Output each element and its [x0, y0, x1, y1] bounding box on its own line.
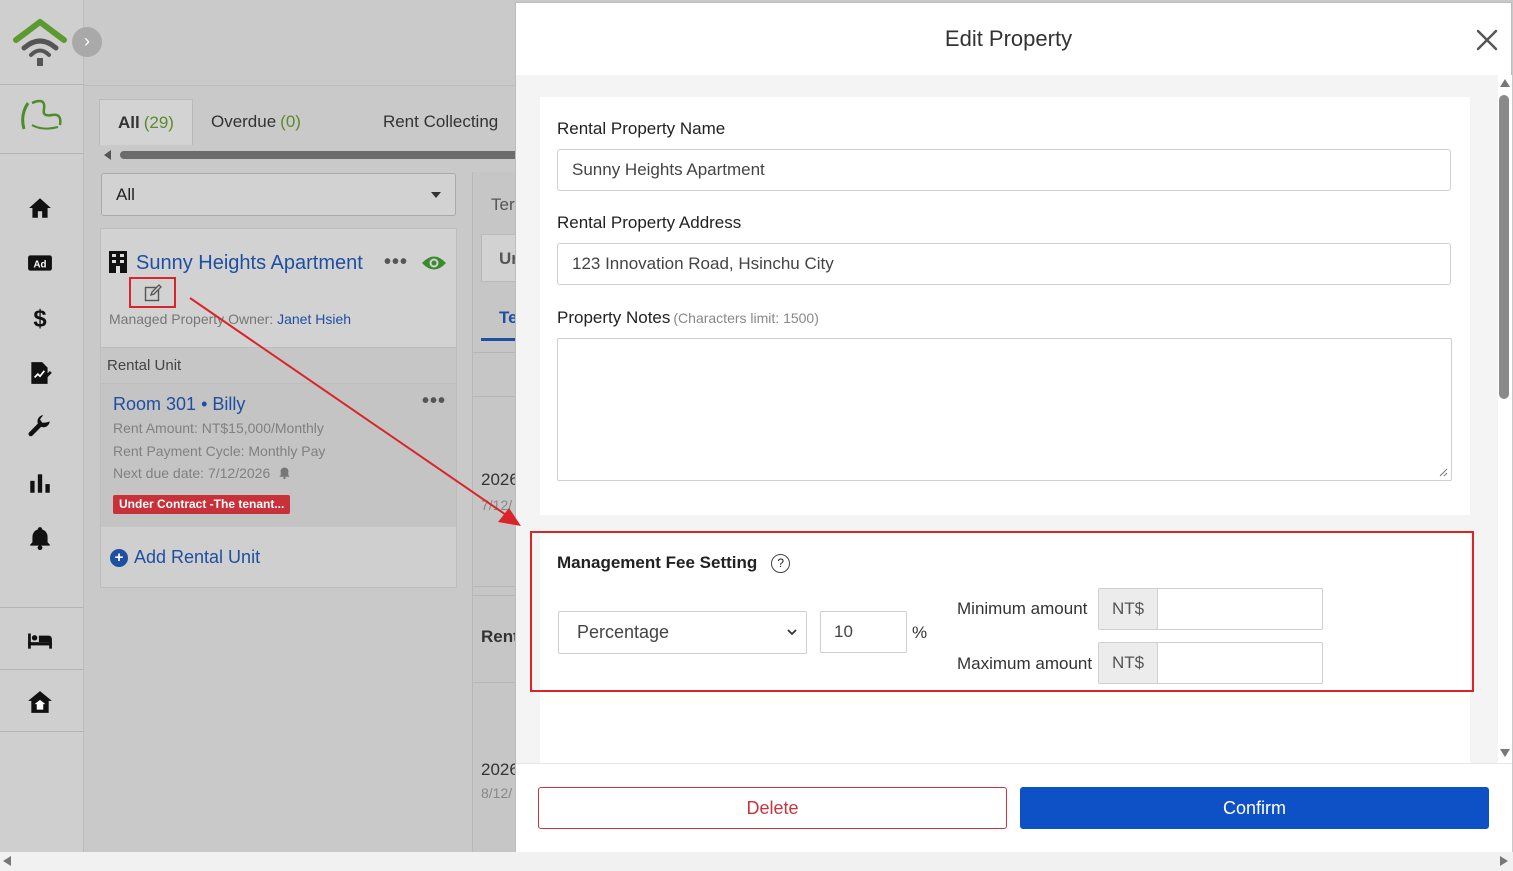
rental-unit-header: Rental Unit [101, 347, 456, 384]
modal-title: Edit Property [944, 26, 1073, 51]
scroll-up-icon[interactable] [1500, 79, 1510, 87]
property-name-label: Rental Property Name [557, 119, 726, 138]
bed-icon [28, 633, 52, 649]
nav-finance[interactable]: $ [24, 302, 56, 334]
unit-rent-amount: Rent Amount: NT$15,000/Monthly [113, 420, 324, 436]
building-icon [109, 251, 127, 273]
nav-rooms[interactable] [24, 624, 56, 656]
close-icon[interactable] [1474, 27, 1500, 53]
bell-icon [279, 467, 290, 480]
unit-payment-cycle: Rent Payment Cycle: Monthly Pay [113, 443, 326, 459]
edit-property-button[interactable] [129, 277, 176, 308]
wrench-icon [28, 415, 50, 437]
resize-handle-icon[interactable] [1439, 468, 1448, 477]
nav-reports[interactable] [24, 467, 56, 499]
nav-notifications[interactable] [24, 522, 56, 554]
tab-overdue[interactable]: Overdue (0) [193, 99, 319, 145]
add-rental-unit-button[interactable]: + Add Rental Unit [110, 547, 260, 568]
edit-icon [144, 283, 162, 301]
tab-all[interactable]: All (29) [99, 99, 193, 145]
unit-title[interactable]: Room 301 • Billy [113, 394, 245, 415]
home-icon [29, 198, 51, 218]
property-filter-select[interactable]: All [101, 173, 456, 216]
house-icon [28, 691, 52, 713]
unit-more-icon[interactable]: ••• [422, 390, 446, 413]
scroll-right-icon[interactable] [1500, 856, 1508, 866]
property-address-label: Rental Property Address [557, 213, 742, 232]
modal-body: Rental Property Name Sunny Heights Apart… [516, 75, 1498, 763]
scroll-left-icon[interactable] [3, 856, 11, 866]
tabs-scrollbar[interactable] [104, 150, 520, 160]
nav-home[interactable] [24, 192, 56, 224]
tab-rent-collecting[interactable]: Rent Collecting [319, 99, 516, 145]
unit-next-due: Next due date: 7/12/2026 [113, 465, 291, 481]
caret-down-icon [431, 192, 441, 198]
middle-column: Ter Ur Te 2026 7/12/ Rent 2026 8/12/ [472, 172, 516, 852]
bar-chart-icon [30, 474, 50, 493]
property-name-input[interactable]: Sunny Heights Apartment [557, 149, 1451, 191]
confirm-button[interactable]: Confirm [1020, 787, 1489, 829]
delete-button[interactable]: Delete [538, 787, 1007, 829]
brand-logo-icon [21, 99, 62, 130]
top-bar [84, 0, 516, 86]
property-notes-textarea[interactable] [557, 338, 1452, 481]
property-card: Sunny Heights Apartment ••• Managed Prop… [100, 228, 457, 588]
expand-sidebar-button[interactable]: › [72, 27, 102, 57]
dollar-icon: $ [33, 306, 46, 331]
modal-footer: Delete Confirm [516, 763, 1512, 852]
nav-properties[interactable] [24, 686, 56, 718]
property-address-input[interactable]: 123 Innovation Road, Hsinchu City [557, 243, 1451, 285]
property-owner: Managed Property Owner: Janet Hsieh [109, 311, 352, 327]
edit-property-modal: Edit Property Rental Property Name Sunny… [515, 2, 1512, 852]
chevron-right-icon: › [84, 31, 90, 51]
svg-text:$: $ [33, 306, 46, 331]
bell-icon [30, 527, 50, 551]
status-tabs: All (29) Overdue (0) Rent Collecting [99, 99, 516, 145]
property-notes-label: Property Notes (Characters limit: 1500) [557, 308, 819, 327]
property-more-icon[interactable]: ••• [384, 251, 408, 274]
highlight-box [530, 531, 1474, 692]
property-name-link[interactable]: Sunny Heights Apartment [136, 252, 363, 275]
window-horizontal-scrollbar[interactable] [0, 852, 1513, 871]
nav-ads[interactable]: Ad [24, 247, 56, 279]
nav-contracts[interactable] [24, 357, 56, 389]
app-logo-icon [13, 19, 67, 66]
rental-unit-item[interactable]: Room 301 • Billy ••• Rent Amount: NT$15,… [101, 384, 456, 527]
plus-icon: + [110, 548, 128, 567]
status-badge: Under Contract -The tenant... [113, 495, 291, 514]
scroll-down-icon[interactable] [1500, 749, 1510, 757]
property-details-section: Rental Property Name Sunny Heights Apart… [540, 97, 1470, 515]
svg-text:Ad: Ad [34, 259, 47, 270]
left-nav-rail: Ad $ [0, 0, 84, 852]
nav-maintenance[interactable] [24, 412, 56, 444]
modal-scrollbar[interactable] [1498, 75, 1512, 763]
ad-icon: Ad [28, 255, 52, 271]
contract-icon [31, 362, 52, 384]
eye-icon[interactable] [421, 254, 447, 272]
